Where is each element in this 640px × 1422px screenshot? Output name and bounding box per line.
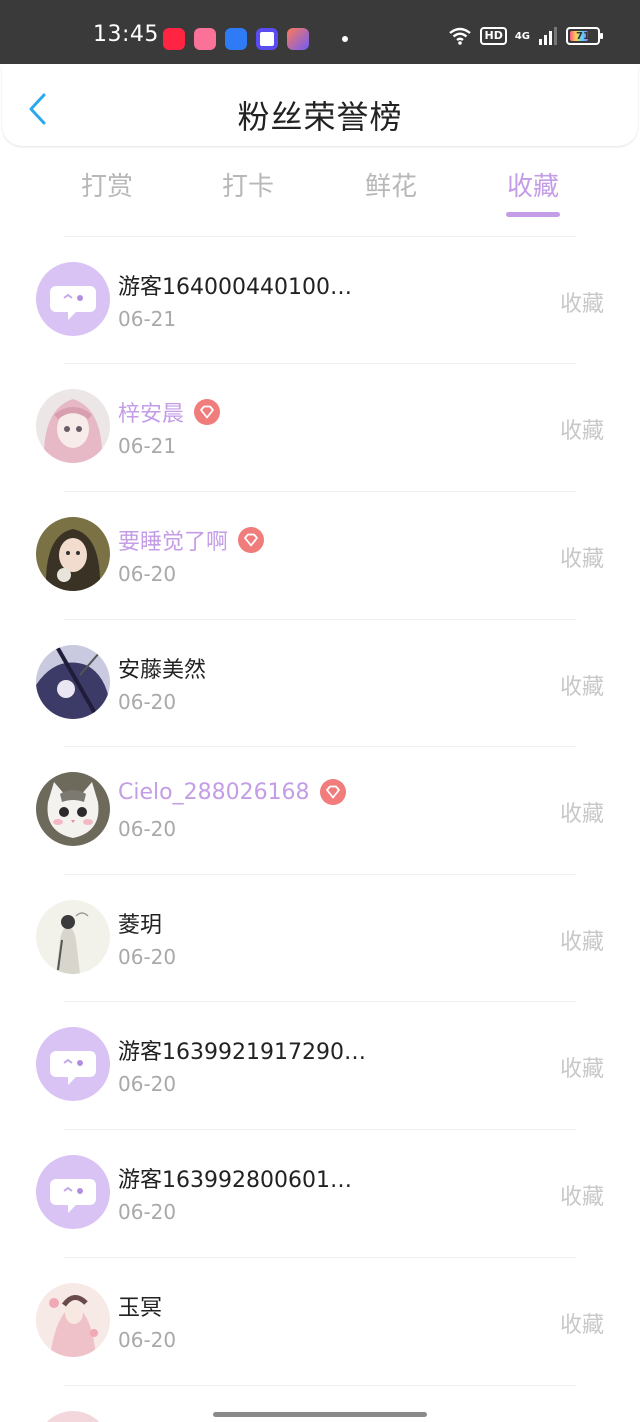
list-item[interactable]: 要睡觉了啊 06-20 收藏 (0, 491, 640, 619)
tab-reward[interactable]: 打赏 (62, 166, 152, 203)
action-label: 收藏 (559, 547, 604, 572)
tab-checkin[interactable]: 打卡 (203, 166, 293, 203)
list-item[interactable]: 菱玥 06-20 收藏 (0, 874, 640, 1002)
user-name[interactable]: 玉冥 (118, 1290, 162, 1322)
user-date: 06-20 (118, 817, 177, 841)
guest-avatar[interactable] (36, 1155, 110, 1229)
user-date: 06-21 (118, 434, 177, 458)
list-item[interactable]: 安藤美然 06-20 收藏 (0, 619, 640, 747)
signal-icon (539, 27, 557, 45)
action-label: 收藏 (559, 1057, 604, 1082)
guest-avatar[interactable] (36, 262, 110, 336)
sketch-avatar[interactable] (36, 900, 110, 974)
status-bar: 13:45 HD 4G 71 (0, 0, 640, 64)
action-label: 收藏 (559, 675, 604, 700)
user-date: 06-21 (118, 307, 177, 331)
tab-flowers[interactable]: 鲜花 (346, 166, 436, 203)
active-tab-indicator (506, 212, 560, 217)
action-label: 收藏 (559, 292, 604, 317)
shortcut-app-icon (287, 28, 309, 50)
user-date: 06-20 (118, 690, 177, 714)
battery-icon: 71 (566, 27, 603, 45)
portrait-avatar[interactable] (36, 517, 110, 591)
partial-avatar[interactable] (36, 1411, 110, 1422)
list-item[interactable]: Cielo_288026168 06-20 收藏 (0, 746, 640, 874)
xiaohongshu-icon (163, 28, 185, 50)
status-time: 13:45 (93, 22, 159, 47)
user-date: 06-20 (118, 945, 177, 969)
name-row: 菱玥 (118, 907, 162, 939)
vip-diamond-icon (238, 527, 265, 553)
name-row: 梓安晨 (118, 396, 221, 428)
network-type: 4G (514, 30, 530, 42)
user-name[interactable]: 安藤美然 (118, 652, 206, 684)
list-item[interactable]: 游客1639921917290… 06-20 收藏 (0, 1001, 640, 1129)
tab-bar: 打赏 打卡 鲜花 收藏 (0, 166, 640, 226)
wifi-icon (449, 27, 472, 45)
more-notifications-dot (342, 36, 348, 42)
name-row: 玉冥 (118, 1290, 162, 1322)
circle-app-icon (256, 28, 278, 50)
action-label: 收藏 (559, 930, 604, 955)
vip-diamond-icon (194, 399, 221, 425)
list-item[interactable]: 玉冥 06-20 收藏 (0, 1257, 640, 1385)
name-row: 游客164000440100… (118, 269, 352, 301)
user-name[interactable]: 游客164000440100… (118, 269, 352, 301)
notification-icons (163, 28, 348, 50)
dark-art-avatar[interactable] (36, 645, 110, 719)
user-name[interactable]: 要睡觉了啊 (118, 524, 228, 556)
page-header: 粉丝荣誉榜 (2, 66, 638, 146)
user-name[interactable]: 游客1639921917290… (118, 1034, 366, 1066)
pink-art-avatar[interactable] (36, 1283, 110, 1357)
cat-avatar[interactable] (36, 772, 110, 846)
bilibili-icon (194, 28, 216, 50)
action-label: 收藏 (559, 802, 604, 827)
hd-badge: HD (480, 27, 507, 45)
user-date: 06-20 (118, 562, 177, 586)
name-row: 要睡觉了啊 (118, 524, 265, 556)
tab-collect[interactable]: 收藏 (488, 166, 578, 203)
list-item[interactable]: 游客164000440100… 06-21 收藏 (0, 236, 640, 364)
user-date: 06-20 (118, 1072, 177, 1096)
user-date: 06-20 (118, 1328, 177, 1352)
guest-avatar[interactable] (36, 1027, 110, 1101)
action-label: 收藏 (559, 419, 604, 444)
name-row: Cielo_288026168 (118, 779, 346, 805)
battery-level: 71 (576, 30, 590, 42)
name-row: 安藤美然 (118, 652, 206, 684)
name-row: 游客1639921917290… (118, 1034, 366, 1066)
user-name[interactable]: 梓安晨 (118, 396, 184, 428)
list-item[interactable]: 梓安晨 06-21 收藏 (0, 363, 640, 491)
vip-diamond-icon (319, 779, 346, 805)
user-name[interactable]: Cielo_288026168 (118, 780, 310, 805)
list-item[interactable]: 游客163992800601… 06-20 收藏 (0, 1129, 640, 1257)
anime-girl-avatar[interactable] (36, 389, 110, 463)
name-row: 游客163992800601… (118, 1162, 352, 1194)
action-label: 收藏 (559, 1185, 604, 1210)
user-date: 06-20 (118, 1200, 177, 1224)
home-indicator[interactable] (213, 1412, 427, 1417)
user-name[interactable]: 菱玥 (118, 907, 162, 939)
page-title: 粉丝荣誉榜 (237, 98, 403, 136)
status-indicators: HD 4G 71 (448, 26, 603, 46)
cloud-app-icon (225, 28, 247, 50)
user-name[interactable]: 游客163992800601… (118, 1162, 352, 1194)
action-label: 收藏 (559, 1313, 604, 1338)
